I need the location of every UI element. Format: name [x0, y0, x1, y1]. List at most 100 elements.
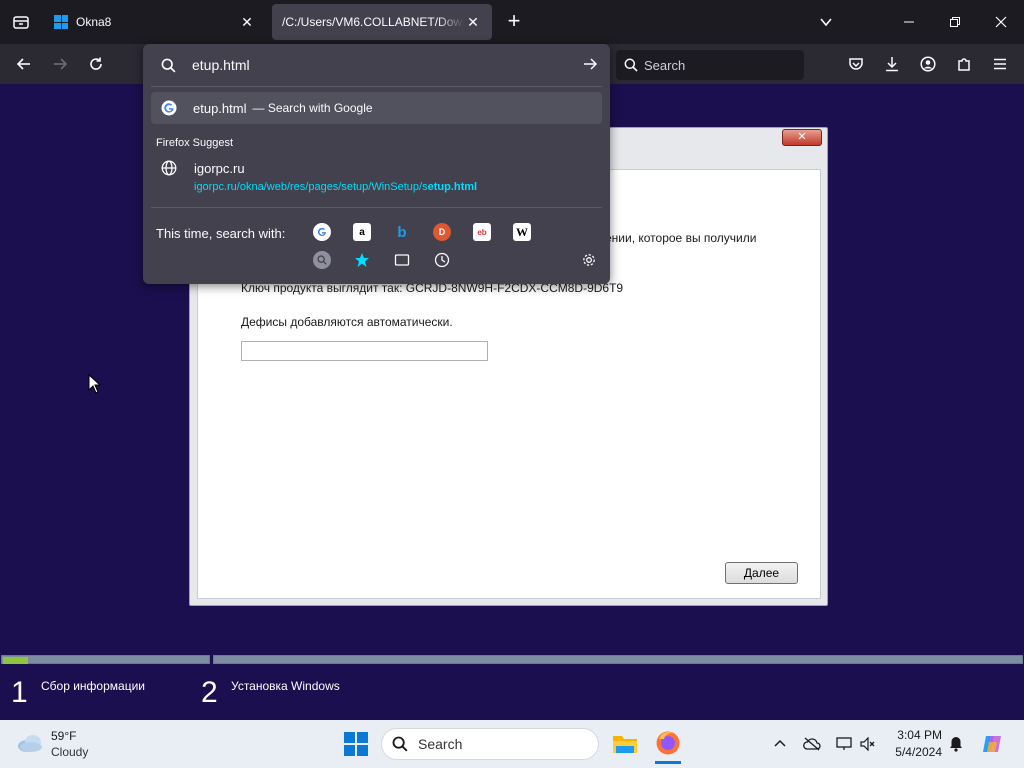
heuristic-text: etup.html: [193, 100, 247, 116]
amazon-icon[interactable]: a: [353, 223, 371, 241]
suggestion-site: igorpc.ru: [194, 161, 245, 176]
downloads-button[interactable]: [880, 52, 904, 76]
download-icon: [886, 57, 898, 72]
taskbar-search[interactable]: Search: [381, 728, 599, 760]
volume-tray-button[interactable]: [858, 734, 878, 754]
search-icon[interactable]: [313, 251, 331, 269]
mouse-cursor-icon: [88, 374, 102, 394]
network-icon: [836, 737, 852, 750]
clock-time: 3:04 PM: [897, 728, 942, 742]
windows-start-icon: [344, 732, 368, 756]
heuristic-result[interactable]: etup.html — Search with Google: [151, 92, 602, 124]
url-input-text: etup.html: [192, 57, 250, 73]
urlbar-dropdown: etup.html etup.html — Search with Google…: [143, 44, 610, 284]
step-number-1: 1: [11, 676, 28, 709]
next-button[interactable]: Далее: [725, 562, 798, 584]
step-label-1: Сбор информации: [41, 679, 145, 693]
file-explorer-button[interactable]: [612, 732, 638, 759]
divider: [151, 86, 602, 87]
suggestion-url: igorpc.ru/okna/web/res/pages/setup/WinSe…: [194, 181, 477, 193]
go-button[interactable]: [582, 56, 598, 75]
progress-segment-1: [1, 655, 210, 664]
toolbar-search-box[interactable]: Search: [616, 50, 804, 80]
search-with-label: This time, search with:: [156, 226, 286, 241]
setup-instruction-text: дении, которое вы получили: [598, 231, 757, 245]
show-hidden-icons-button[interactable]: [770, 734, 790, 754]
tab-bar: Okna8 ✕ /C:/Users/VM6.COLLABNET/Downl ✕ …: [0, 0, 1024, 44]
reload-button[interactable]: [84, 52, 108, 76]
history-icon[interactable]: [433, 251, 451, 269]
clock-date: 5/4/2024: [895, 745, 942, 759]
google-icon[interactable]: [313, 223, 331, 241]
restore-button[interactable]: [932, 0, 978, 44]
bing-icon[interactable]: b: [393, 223, 411, 241]
notifications-button[interactable]: [946, 734, 966, 754]
close-tab-icon[interactable]: ✕: [238, 13, 256, 31]
bell-icon: [950, 737, 962, 752]
weather-description: Cloudy: [51, 745, 89, 759]
taskbar-search-label: Search: [418, 736, 463, 752]
tab-title: Okna8: [76, 15, 112, 29]
menu-button[interactable]: [988, 52, 1012, 76]
tab-okna8[interactable]: Okna8 ✕: [44, 4, 266, 40]
new-tab-button[interactable]: +: [502, 10, 526, 34]
firefox-suggest-header: Firefox Suggest: [156, 137, 234, 149]
search-placeholder: Search: [644, 57, 686, 73]
forward-button[interactable]: [48, 52, 72, 76]
url-input[interactable]: etup.html: [143, 44, 610, 86]
progress-segment-2: [213, 655, 1023, 664]
chevron-up-icon: [774, 739, 786, 747]
setup-close-button[interactable]: ✕: [782, 129, 822, 146]
setup-progress: [0, 654, 1024, 665]
hamburger-menu-icon: [994, 58, 1006, 70]
network-tray-button[interactable]: [834, 734, 854, 754]
reload-icon: [90, 57, 102, 70]
product-key-input[interactable]: [241, 341, 488, 361]
search-icon: [624, 58, 638, 72]
tab-list-icon: [13, 16, 29, 29]
firefox-taskbar-button[interactable]: [655, 730, 681, 764]
firefox-icon: [656, 731, 680, 755]
tab-local-file[interactable]: /C:/Users/VM6.COLLABNET/Downl ✕: [272, 4, 492, 40]
puzzle-icon: [958, 58, 970, 71]
folder-icon: [613, 736, 637, 753]
account-button[interactable]: [916, 52, 940, 76]
list-all-tabs-button[interactable]: [803, 0, 849, 44]
wikipedia-icon[interactable]: W: [513, 223, 531, 241]
start-button[interactable]: [344, 732, 368, 759]
suggestion-url-prefix: igorpc.ru/okna/web/res/pages/setup/WinSe…: [194, 181, 428, 193]
taskbar: 59°F Cloudy Search 3:04 PM 5/4/2024: [0, 720, 1024, 768]
search-icon: [161, 58, 176, 73]
bookmarks-icon[interactable]: [353, 251, 371, 269]
copilot-button[interactable]: [980, 732, 1004, 756]
progress-fill: [3, 657, 28, 664]
heuristic-action: — Search with Google: [252, 101, 373, 115]
pocket-button[interactable]: [844, 52, 868, 76]
close-tab-icon[interactable]: ✕: [464, 13, 482, 31]
windows-favicon-icon: [54, 15, 68, 29]
ebay-icon[interactable]: eb: [473, 223, 491, 241]
arrow-right-icon: [584, 58, 598, 70]
onedrive-tray-button[interactable]: [802, 734, 822, 754]
tabs-icon[interactable]: [393, 251, 411, 269]
chevron-down-icon: [820, 18, 832, 27]
search-settings-gear-icon[interactable]: [580, 251, 598, 269]
duckduckgo-icon[interactable]: D: [433, 223, 451, 241]
globe-icon: [161, 160, 177, 176]
forward-arrow-icon: [54, 58, 68, 70]
close-window-button[interactable]: [978, 0, 1024, 44]
extensions-button[interactable]: [952, 52, 976, 76]
search-icon: [392, 736, 408, 752]
copilot-icon: [983, 736, 1001, 752]
tab-list-button[interactable]: [8, 9, 34, 35]
back-button[interactable]: [12, 52, 36, 76]
minimize-button[interactable]: [886, 0, 932, 44]
google-icon: [161, 100, 177, 116]
suggestion-row[interactable]: igorpc.ru igorpc.ru/okna/web/res/pages/s…: [161, 160, 477, 193]
cloud-icon: [18, 735, 42, 752]
weather-temperature: 59°F: [51, 729, 77, 743]
pocket-icon: [849, 58, 863, 70]
step-number-2: 2: [201, 676, 218, 709]
account-icon: [920, 56, 936, 72]
weather-widget[interactable]: [16, 732, 44, 757]
